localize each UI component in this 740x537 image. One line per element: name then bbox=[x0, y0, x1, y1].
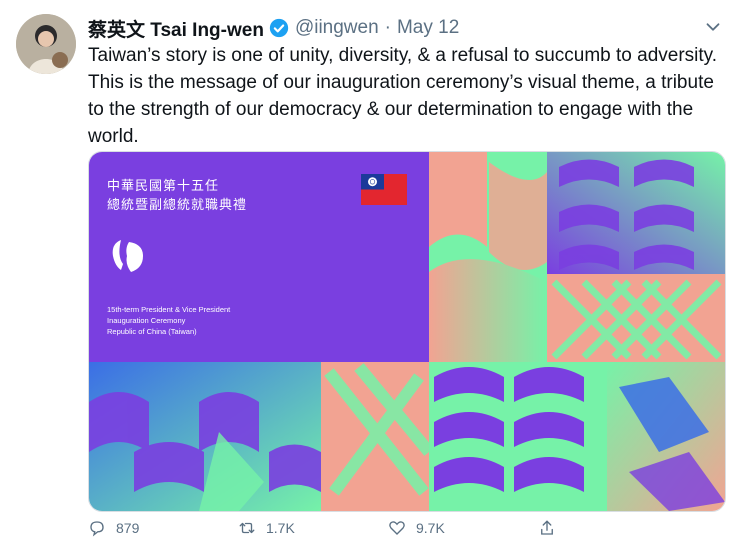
share-button[interactable] bbox=[538, 520, 688, 536]
reply-count: 879 bbox=[116, 520, 140, 536]
avatar[interactable] bbox=[16, 14, 76, 74]
like-icon bbox=[389, 521, 405, 535]
retweet-button[interactable]: 1.7K bbox=[238, 520, 388, 536]
tweet-actions: 879 1.7K 9.7K bbox=[88, 520, 688, 537]
share-icon bbox=[541, 520, 553, 535]
retweet-icon bbox=[239, 522, 255, 534]
tweet-text: Taiwan’s story is one of unity, diversit… bbox=[88, 45, 718, 147]
tweet-header: 蔡英文 Tsai Ing-wen @iingwen · May 12 bbox=[88, 14, 724, 42]
ceremony-title-zh: 中華民國第十五任 總統暨副總統就職典禮 bbox=[107, 176, 247, 214]
reply-icon bbox=[90, 521, 104, 537]
author-handle[interactable]: @iingwen bbox=[295, 17, 379, 39]
like-count: 9.7K bbox=[416, 520, 445, 536]
chevron-down-icon[interactable] bbox=[702, 16, 724, 38]
profile-emblem-icon bbox=[112, 240, 143, 272]
tweet-image[interactable]: 中華民國第十五任 總統暨副總統就職典禮 15th-term President … bbox=[88, 151, 726, 512]
title-zh-line2: 總統暨副總統就職典禮 bbox=[107, 197, 248, 212]
verified-badge-icon bbox=[269, 18, 289, 38]
like-button[interactable]: 9.7K bbox=[388, 520, 538, 536]
subtitle-en-line1: 15th-term President & Vice President bbox=[107, 305, 231, 314]
roc-flag-icon bbox=[361, 174, 407, 205]
tweet-date[interactable]: May 12 bbox=[397, 17, 459, 39]
avatar-photo bbox=[16, 14, 76, 74]
retweet-count: 1.7K bbox=[266, 520, 295, 536]
reply-button[interactable]: 879 bbox=[88, 520, 238, 537]
separator-dot: · bbox=[384, 17, 391, 38]
ceremony-title-panel: 中華民國第十五任 總統暨副總統就職典禮 15th-term President … bbox=[89, 152, 429, 362]
author-name[interactable]: 蔡英文 Tsai Ing-wen bbox=[88, 15, 264, 42]
subtitle-en-line2: Inauguration Ceremony bbox=[107, 316, 186, 325]
subtitle-en-line3: Republic of China (Taiwan) bbox=[107, 327, 197, 336]
ceremony-subtitle-en: 15th-term President & Vice President Ina… bbox=[107, 304, 230, 337]
title-zh-line1: 中華民國第十五任 bbox=[107, 178, 220, 193]
